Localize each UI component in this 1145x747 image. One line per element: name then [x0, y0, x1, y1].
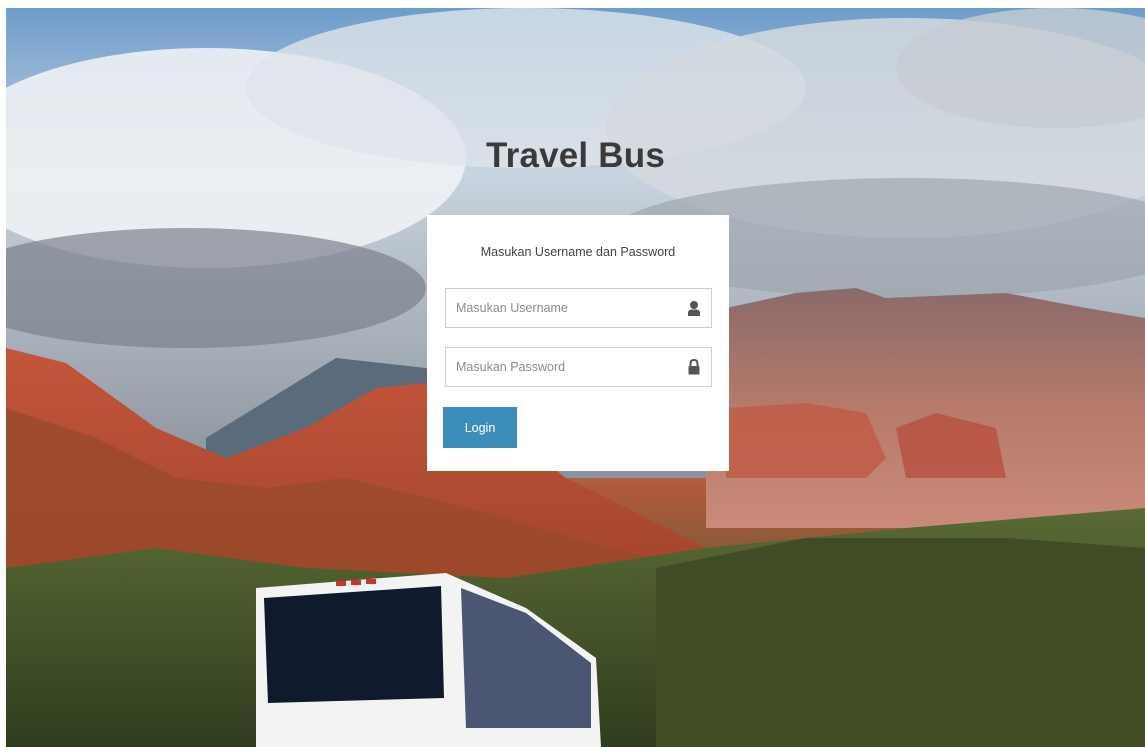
password-input[interactable] — [446, 348, 678, 386]
background-photo: Travel Bus Masukan Username dan Password… — [6, 8, 1145, 747]
username-field[interactable] — [445, 288, 712, 328]
password-field[interactable] — [445, 347, 712, 387]
page-title: Travel Bus — [485, 136, 666, 175]
login-panel: Masukan Username dan Password Login — [427, 215, 729, 471]
login-message: Masukan Username dan Password — [480, 245, 676, 259]
login-button[interactable]: Login — [443, 407, 517, 448]
username-input[interactable] — [446, 289, 678, 327]
user-icon — [687, 300, 701, 316]
lock-icon — [687, 359, 701, 375]
